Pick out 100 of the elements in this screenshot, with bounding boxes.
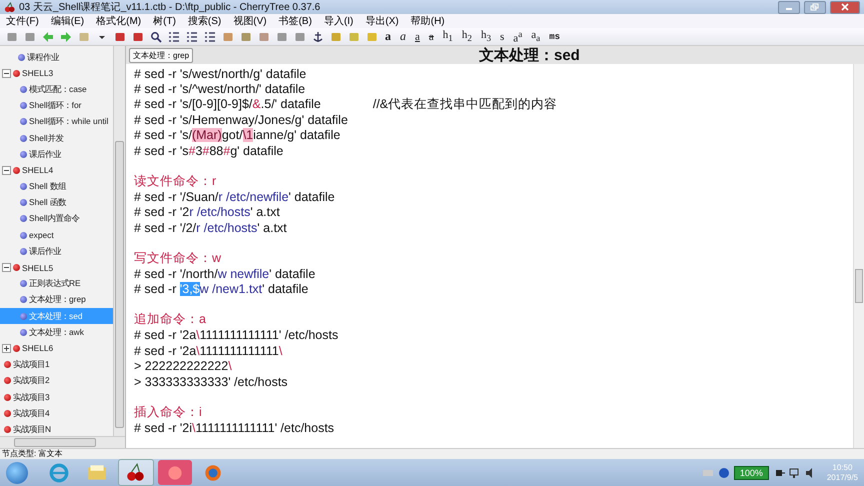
cherry-icon (4, 2, 15, 12)
tree-item[interactable]: SHELL5 (0, 259, 113, 276)
page-icon (20, 199, 27, 206)
tree-item[interactable]: Shell 函数 (0, 194, 113, 211)
node-icon (4, 377, 11, 384)
scrollbar[interactable] (113, 46, 125, 436)
code-line: # sed -r 's/^west/north/' datafile (134, 82, 306, 96)
status-bar: 节点类型: 富文本 (0, 448, 864, 459)
tree-item[interactable]: 模式匹配：case (0, 81, 113, 98)
section-heading: 读文件命令：r (134, 172, 216, 190)
window-title: 03 天云_Shell课程笔记_v11.1.ctb - D:\ftp_public - CherryTree 0.37.6 (19, 1, 320, 14)
format-button[interactable]: a (426, 30, 437, 42)
format-button[interactable]: s (497, 30, 508, 42)
node-icon (13, 70, 20, 77)
code-line: # sed -r 's/[0-9][0-9]$/&.5/' datafile (134, 97, 321, 112)
minimize-button[interactable] (778, 0, 800, 14)
page-icon (20, 150, 27, 158)
section-heading: 追加命令：a (134, 311, 206, 328)
close-button[interactable] (830, 0, 860, 14)
start-button[interactable] (6, 462, 28, 484)
close-icon (840, 3, 850, 11)
menu-item[interactable]: 编辑(E) (50, 14, 84, 28)
format-button[interactable]: a$^{a}$ (510, 28, 526, 44)
page-icon (20, 102, 27, 110)
tree-item[interactable]: 实战项目2 (0, 372, 113, 389)
code-line: # sed -r '2a\1111111111111\ (134, 344, 282, 358)
format-button[interactable]: a (397, 29, 409, 44)
tree-item[interactable]: Shell 数组 (0, 178, 113, 195)
battery-indicator[interactable]: 100% (734, 466, 769, 480)
tree-item[interactable]: 实战项目1 (0, 356, 113, 373)
page-title: 文本处理：sed (479, 46, 580, 64)
page-icon (20, 118, 27, 126)
format-button[interactable]: a$_{a}$ (528, 29, 544, 44)
menu-item[interactable]: 帮助(H) (410, 14, 445, 28)
section-heading: 插入命令：i (134, 404, 202, 421)
tree-item[interactable]: expect (0, 227, 113, 244)
page-icon (18, 54, 25, 61)
code-line: # sed -r 's/(Mar)got/\1ianne/g' datafile (134, 128, 340, 142)
tree-item[interactable]: Shell并发 (0, 130, 113, 146)
expander-icon[interactable] (2, 263, 11, 272)
tree-item[interactable]: 实战项目3 (0, 388, 113, 406)
format-button[interactable]: a (412, 30, 423, 42)
code-line: # sed -r '2a\1111111111111' /etc/hosts (134, 328, 338, 342)
code-line: # sed -r '/north/w newfile' datafile (134, 266, 316, 281)
code-line: # sed -r 's#3#88#g' datafile (134, 144, 284, 158)
cherry-icon[interactable] (118, 459, 154, 486)
tree-item[interactable]: Shell循环：for (0, 98, 113, 114)
expander-icon[interactable] (2, 344, 11, 353)
expander-icon[interactable] (2, 68, 11, 78)
expander-icon[interactable] (2, 166, 11, 175)
node-icon (4, 410, 11, 417)
restore-button[interactable] (804, 0, 826, 14)
code-line: # sed -r '2i\1111111111111' /etc/hosts (134, 420, 334, 435)
comment-text: //&代表在查找串中匹配到的内容 (372, 96, 558, 113)
menu-item[interactable]: 树(T) (153, 14, 176, 28)
page-icon (20, 183, 27, 190)
page-icon (20, 280, 27, 288)
menu-item[interactable]: 导入(I) (324, 14, 354, 28)
tree-item[interactable]: SHELL4 (0, 162, 113, 178)
menu-item[interactable]: 视图(V) (233, 14, 267, 28)
page-icon (20, 86, 27, 93)
section-heading: 写文件命令：w (134, 250, 222, 267)
menu-item[interactable]: 文件(F) (6, 14, 39, 28)
restore-icon (810, 3, 820, 11)
node-icon (13, 264, 20, 272)
page-icon (20, 248, 27, 255)
forward-arrow-icon[interactable] (58, 29, 73, 44)
tree-item[interactable]: 课程作业 (0, 49, 113, 66)
tree-item[interactable]: SHELL3 (0, 65, 113, 82)
search-icon[interactable] (148, 29, 163, 44)
menu-item[interactable]: 导出(X) (365, 14, 399, 28)
tree-item[interactable]: Shell内置命令 (0, 210, 113, 228)
tree-item[interactable]: 课后作业 (0, 243, 113, 260)
tree-item[interactable]: Shell循环：while until (0, 114, 113, 130)
tree-item[interactable]: 实战项目4 (0, 405, 113, 422)
format-button[interactable]: a (382, 29, 394, 44)
menu-item[interactable]: 搜索(S) (188, 14, 222, 28)
format-button[interactable]: h$_{1}$ (440, 29, 456, 44)
network-icon[interactable] (788, 466, 801, 478)
menu-item[interactable]: 格式化(M) (96, 14, 142, 28)
tree-item[interactable]: 实战项目N (0, 421, 113, 436)
tree-item[interactable]: 文本处理：awk (0, 324, 113, 340)
format-button[interactable]: ms (546, 32, 564, 42)
page-icon (20, 134, 27, 142)
menu-item[interactable]: 书签(B) (278, 14, 312, 28)
tree-item[interactable]: 课后作业 (0, 146, 113, 162)
code-line: # sed -r 's/Hemenway/Jones/g' datafile (134, 112, 348, 127)
scrollbar[interactable] (853, 64, 864, 448)
tree-item[interactable]: 正则表达式RE (0, 276, 113, 292)
tree-item[interactable]: SHELL6 (0, 340, 113, 357)
code-line: # sed -r '2r /etc/hosts' a.txt (134, 205, 280, 220)
node-icon (4, 394, 11, 401)
page-icon (20, 296, 27, 304)
code-line: # sed -r '/2/r /etc/hosts' a.txt (134, 220, 287, 235)
horizontal-scrollbar[interactable] (0, 436, 125, 448)
code-line: # sed -r 's/west/north/g' datafile (134, 66, 306, 81)
format-button[interactable]: h$_{2}$ (458, 29, 475, 44)
node-icon (4, 426, 11, 433)
format-button[interactable]: h$_{3}$ (478, 29, 494, 44)
tree-item[interactable]: 文本处理：grep (0, 292, 113, 308)
